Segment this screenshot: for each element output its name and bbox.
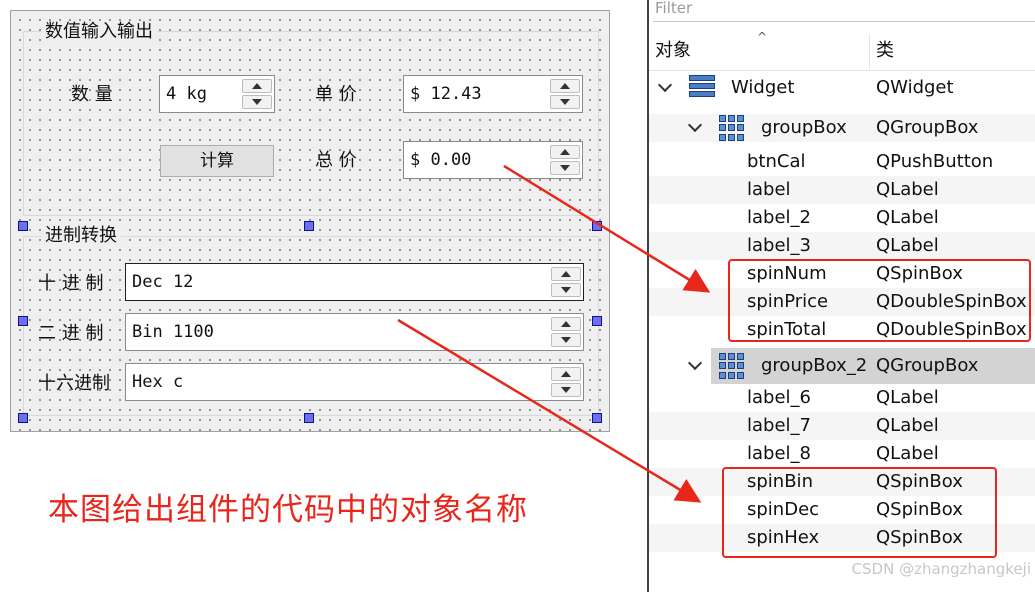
selection-handle[interactable] <box>592 221 602 231</box>
tree-row-label-2[interactable]: label_2 QLabel <box>649 204 1035 232</box>
tree-row-widget[interactable]: Widget QWidget <box>649 74 1035 102</box>
tree-row-name: label <box>747 179 791 200</box>
spin-down-icon[interactable] <box>551 283 581 297</box>
designer-form[interactable]: 数值输入输出 数 量 4 kg 单 价 $ 12.43 计算 总 价 $ 0.0… <box>10 10 610 432</box>
column-separator <box>869 34 870 70</box>
highlight-box-spin-group2 <box>722 467 997 558</box>
selection-handle[interactable] <box>18 413 28 423</box>
label-quantity: 数 量 <box>71 84 113 105</box>
tree-row-groupbox[interactable]: groupBox QGroupBox <box>649 114 1035 142</box>
tree-row-class: QPushButton <box>876 151 994 172</box>
chevron-down-icon[interactable] <box>689 122 701 134</box>
tree-row-class: QLabel <box>876 235 939 256</box>
spin-up-icon[interactable] <box>550 79 580 93</box>
object-inspector[interactable]: Filter ^ 对象 类 Widget QWidget groupBox QG… <box>647 0 1035 592</box>
tree-row-label-8[interactable]: label_8 QLabel <box>649 440 1035 468</box>
tree-row-btncal[interactable]: btnCal QPushButton <box>649 148 1035 176</box>
column-header-object[interactable]: 对象 <box>655 32 691 70</box>
tree-row-name: groupBox_2 <box>761 355 868 376</box>
sort-caret-icon: ^ <box>757 30 768 44</box>
chevron-down-icon[interactable] <box>659 82 671 94</box>
tree-row-groupbox-2[interactable]: groupBox_2 QGroupBox <box>711 348 1035 384</box>
spin-up-icon[interactable] <box>550 145 580 159</box>
label-binary: 二 进 制 <box>38 323 104 344</box>
groupbox-numeric-io[interactable] <box>23 31 599 216</box>
widget-layout-icon <box>689 75 715 101</box>
spinBin[interactable]: Bin 1100 <box>125 313 584 351</box>
spin-down-icon[interactable] <box>551 333 581 347</box>
tree-row-class: QLabel <box>876 443 939 464</box>
spinDec-value: Dec 12 <box>132 272 194 292</box>
tree-row-class: QLabel <box>876 415 939 436</box>
spin-down-icon[interactable] <box>550 161 580 175</box>
tree-row-class: QGroupBox <box>876 355 979 376</box>
spin-up-icon[interactable] <box>551 267 581 281</box>
tree-row-class: QGroupBox <box>876 117 979 138</box>
groupbox2-title: 进制转换 <box>41 225 121 247</box>
label-price: 单 价 <box>315 84 357 105</box>
tree-row-label-7[interactable]: label_7 QLabel <box>649 412 1035 440</box>
spin-up-icon[interactable] <box>242 79 272 93</box>
chevron-down-icon[interactable] <box>689 360 701 372</box>
highlight-box-spin-group1 <box>728 259 1031 342</box>
spinNum[interactable]: 4 kg <box>159 75 275 113</box>
selection-handle[interactable] <box>18 221 28 231</box>
tree-row-name: groupBox <box>761 117 847 138</box>
spin-down-icon[interactable] <box>551 383 581 397</box>
spin-down-icon[interactable] <box>242 95 272 109</box>
tree-row-label-6[interactable]: label_6 QLabel <box>649 384 1035 412</box>
tree-row-name: label_2 <box>747 207 811 228</box>
selection-handle[interactable] <box>304 413 314 423</box>
selection-handle[interactable] <box>592 316 602 326</box>
tree-row-label[interactable]: label QLabel <box>649 176 1035 204</box>
spinNum-value: 4 kg <box>166 84 207 104</box>
btnCal-button[interactable]: 计算 <box>160 145 274 177</box>
filter-input[interactable]: Filter <box>653 0 1035 22</box>
groupbox-grid-icon <box>719 353 745 379</box>
tree-row-name: label_8 <box>747 443 811 464</box>
selection-handle[interactable] <box>592 413 602 423</box>
spin-down-icon[interactable] <box>550 95 580 109</box>
watermark: CSDN @zhangzhangkeji <box>851 560 1031 578</box>
groupbox-title: 数值输入输出 <box>41 21 157 43</box>
column-header-class[interactable]: 类 <box>876 32 894 70</box>
spinHex[interactable]: Hex c <box>125 363 584 401</box>
tree-row-class: QLabel <box>876 207 939 228</box>
label-decimal: 十 进 制 <box>38 273 104 294</box>
tree-row-label-3[interactable]: label_3 QLabel <box>649 232 1035 260</box>
selection-handle[interactable] <box>304 221 314 231</box>
spinTotal[interactable]: $ 0.00 <box>403 141 583 179</box>
spinDec[interactable]: Dec 12 <box>125 263 584 301</box>
tree-row-name: Widget <box>731 77 795 98</box>
tree-row-name: label_6 <box>747 387 811 408</box>
tree-row-name: label_3 <box>747 235 811 256</box>
header-divider <box>649 70 1035 71</box>
tree-row-class: QLabel <box>876 179 939 200</box>
groupbox-grid-icon <box>719 115 745 141</box>
label-hex: 十六进制 <box>38 373 110 394</box>
spinTotal-value: $ 0.00 <box>410 150 472 170</box>
spin-up-icon[interactable] <box>551 367 581 381</box>
tree-row-name: btnCal <box>747 151 806 172</box>
spinBin-value: Bin 1100 <box>132 322 214 342</box>
tree-row-class: QLabel <box>876 387 939 408</box>
annotation-caption: 本图给出组件的代码中的对象名称 <box>48 492 528 528</box>
spinPrice-value: $ 12.43 <box>410 84 482 104</box>
spinHex-value: Hex c <box>132 372 184 392</box>
selection-handle[interactable] <box>18 316 28 326</box>
label-total: 总 价 <box>315 150 357 171</box>
spinPrice[interactable]: $ 12.43 <box>403 75 583 113</box>
tree-row-name: label_7 <box>747 415 811 436</box>
spin-up-icon[interactable] <box>551 317 581 331</box>
tree-row-class: QWidget <box>876 77 954 98</box>
